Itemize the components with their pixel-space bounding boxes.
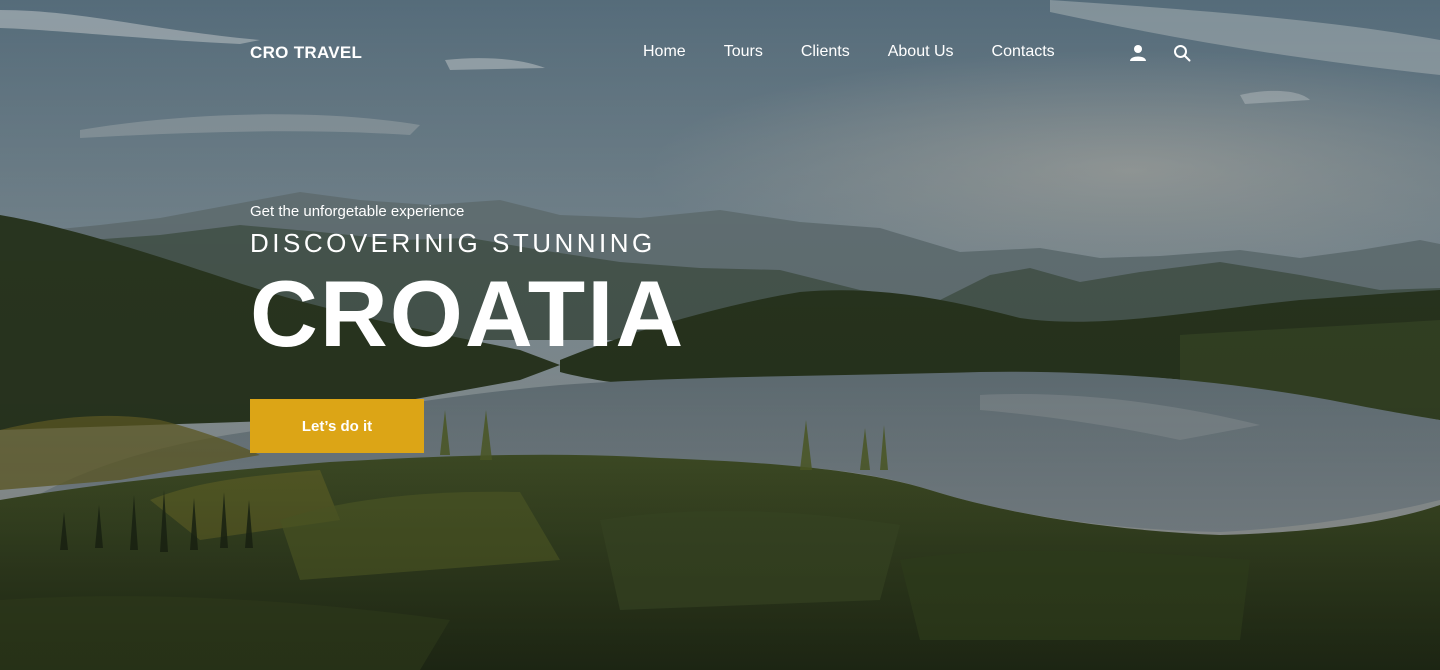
menu-link-tours[interactable]: Tours: [724, 43, 763, 61]
hero-tagline: Get the unforgetable experience: [250, 203, 465, 220]
menu-link-about-us[interactable]: About Us: [888, 43, 954, 61]
hero-content: Get the unforgetable experience DISCOVER…: [250, 202, 685, 362]
menu-item-contacts: Contacts: [992, 43, 1055, 61]
menu-item-clients: Clients: [801, 43, 850, 61]
menu-link-home[interactable]: Home: [643, 43, 686, 61]
menu-link-contacts[interactable]: Contacts: [992, 43, 1055, 61]
hero-headline: CROATIA: [250, 261, 686, 366]
main-menu: Home Tours Clients About Us Contacts: [643, 43, 1055, 61]
top-navigation: CRO TRAVEL Home Tours Clients About Us C…: [0, 0, 1440, 106]
cta-button[interactable]: Let’s do it: [250, 399, 424, 453]
menu-link-clients[interactable]: Clients: [801, 43, 850, 61]
user-icon[interactable]: [1128, 43, 1148, 63]
menu-item-home: Home: [643, 43, 686, 61]
hero-subtitle: DISCOVERINIG STUNNING: [250, 228, 656, 258]
brand-logo[interactable]: CRO TRAVEL: [250, 43, 362, 63]
menu-item-about-us: About Us: [888, 43, 954, 61]
hero-section: CRO TRAVEL Home Tours Clients About Us C…: [0, 0, 1440, 670]
menu-item-tours: Tours: [724, 43, 763, 61]
search-icon[interactable]: [1172, 43, 1192, 63]
